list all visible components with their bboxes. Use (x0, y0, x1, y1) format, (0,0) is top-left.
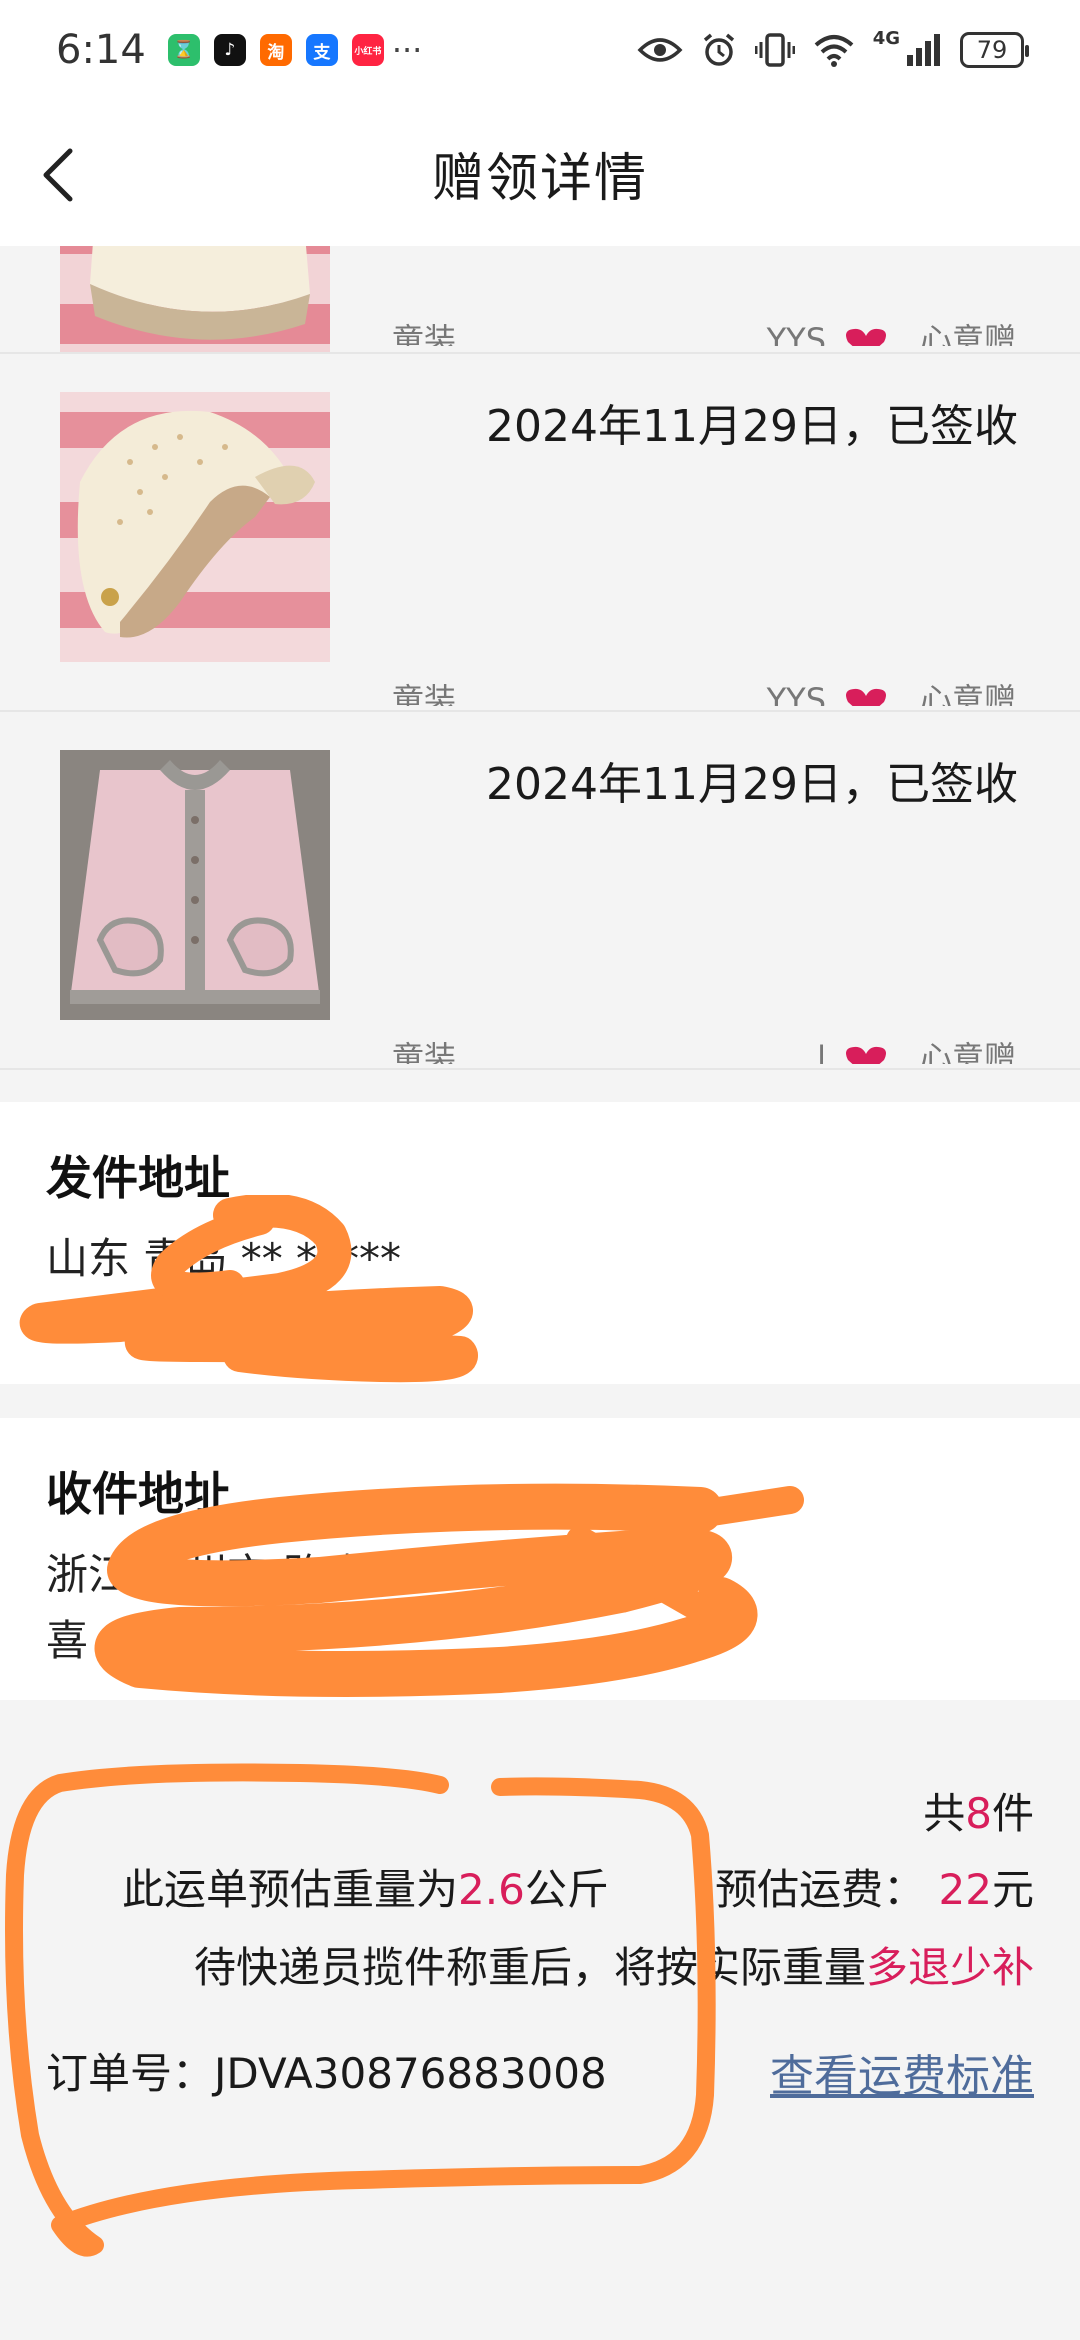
item-count: 共8件 (923, 1789, 1034, 1838)
item-count-value: 8 (965, 1789, 992, 1838)
gift-item[interactable]: 2024年11月29日，已签收 童装 l 心意赠 (0, 712, 1080, 1070)
signal-icon (907, 34, 940, 66)
receiver-name-phone: 喜 (46, 1616, 89, 1665)
system-status-icons: 4G 79 (637, 28, 1029, 68)
page-title: 赠领详情 (431, 148, 648, 209)
taobao-app-icon: 淘 (259, 34, 292, 66)
item-photo-cardigan[interactable] (60, 750, 330, 1020)
item-category: 童装 (392, 321, 457, 346)
weight-value: 2.6 (458, 1865, 525, 1914)
item-category: 童装 (392, 681, 457, 706)
status-bar: 6:14 ⌛ ♪ 淘支小红书 ··· 4G 79 (0, 0, 1080, 100)
fee-value: 22 (938, 1865, 992, 1914)
receiver-address-title: 收件地址 (46, 1467, 230, 1521)
item-user: YYS (766, 321, 826, 346)
item-photo-bonnet[interactable] (60, 246, 330, 352)
item-meta-row: 童装 YYS 心意赠 (392, 318, 1016, 346)
hourglass-app-icon: ⌛ (167, 34, 200, 66)
heart-icon (846, 1046, 886, 1064)
item-category: 童装 (392, 1039, 457, 1064)
more-notifications-icon: ··· (391, 31, 423, 69)
nav-header: 赠领详情 (0, 100, 1080, 246)
eye-icon (637, 38, 683, 62)
order-label: 订单号： (46, 2049, 215, 2098)
notification-app-icons: ⌛ ♪ 淘支小红书 (167, 34, 384, 66)
douyin-app-icon: ♪ (213, 34, 246, 66)
estimated-fee: 预估运费： 22元 (715, 1865, 1034, 1914)
sender-address-card: 发件地址 山东 青岛 ** ***** 郭 1 3 0 (0, 1102, 1080, 1384)
gift-item-list: 童装 YYS 心意赠 2024年11月29日，已签收 童装 YYS 心意赠 20… (0, 246, 1080, 1070)
item-tag: 心意赠 (919, 321, 1016, 346)
receiver-address-line: 浙江 台州市 路 幢 (46, 1550, 381, 1599)
item-sign-date: 2024年11月29日，已签收 (486, 759, 1018, 810)
heart-icon (846, 328, 886, 346)
item-meta-row: 童装 l 心意赠 (392, 1036, 1016, 1064)
fee-standard-link[interactable]: 查看运费标准 (770, 2040, 1034, 2104)
sender-address-title: 发件地址 (46, 1151, 230, 1205)
item-user: l (817, 1039, 826, 1064)
alarm-icon (703, 33, 734, 66)
battery-icon: 79 (960, 32, 1029, 68)
item-tag: 心意赠 (919, 1039, 1016, 1064)
gift-item[interactable]: 2024年11月29日，已签收 童装 YYS 心意赠 (0, 354, 1080, 712)
network-type: 4G (872, 28, 900, 49)
item-photo-hat[interactable] (60, 392, 330, 662)
gift-item[interactable]: 童装 YYS 心意赠 (0, 246, 1080, 354)
sender-address-line: 山东 青岛 ** ***** (46, 1234, 402, 1283)
heart-icon (846, 688, 886, 706)
status-time: 6:14 (56, 27, 146, 73)
item-sign-date: 2024年11月29日，已签收 (486, 401, 1018, 452)
item-tag: 心意赠 (919, 681, 1016, 706)
alipay-app-icon: 支 (305, 34, 338, 66)
chevron-left-icon (43, 148, 73, 202)
sender-name-phone: 郭 1 3 0 (46, 1300, 209, 1349)
estimated-weight: 此运单预估重量为2.6公斤 (122, 1865, 609, 1914)
weight-adjust-note: 待快递员揽件称重后，将按实际重量多退少补 (193, 1943, 1034, 1992)
battery-level: 79 (976, 36, 1008, 64)
vibrate-icon (754, 33, 795, 67)
xiaohongshu-app-icon: 小红书 (351, 34, 384, 66)
back-button[interactable] (38, 140, 98, 210)
annotation-circle-scribble (5, 1763, 716, 2257)
item-meta-row: 童装 YYS 心意赠 (392, 678, 1016, 706)
order-number: JDVA30876883008 (214, 2049, 607, 2098)
order-number-row: 订单号：JDVA30876883008 (46, 2040, 607, 2101)
item-user: YYS (766, 681, 826, 706)
wifi-icon (814, 35, 854, 67)
receiver-address-card: 收件地址 浙江 台州市 路 幢 喜 (0, 1418, 1080, 1700)
refund-highlight: 多退少补 (865, 1943, 1034, 1992)
